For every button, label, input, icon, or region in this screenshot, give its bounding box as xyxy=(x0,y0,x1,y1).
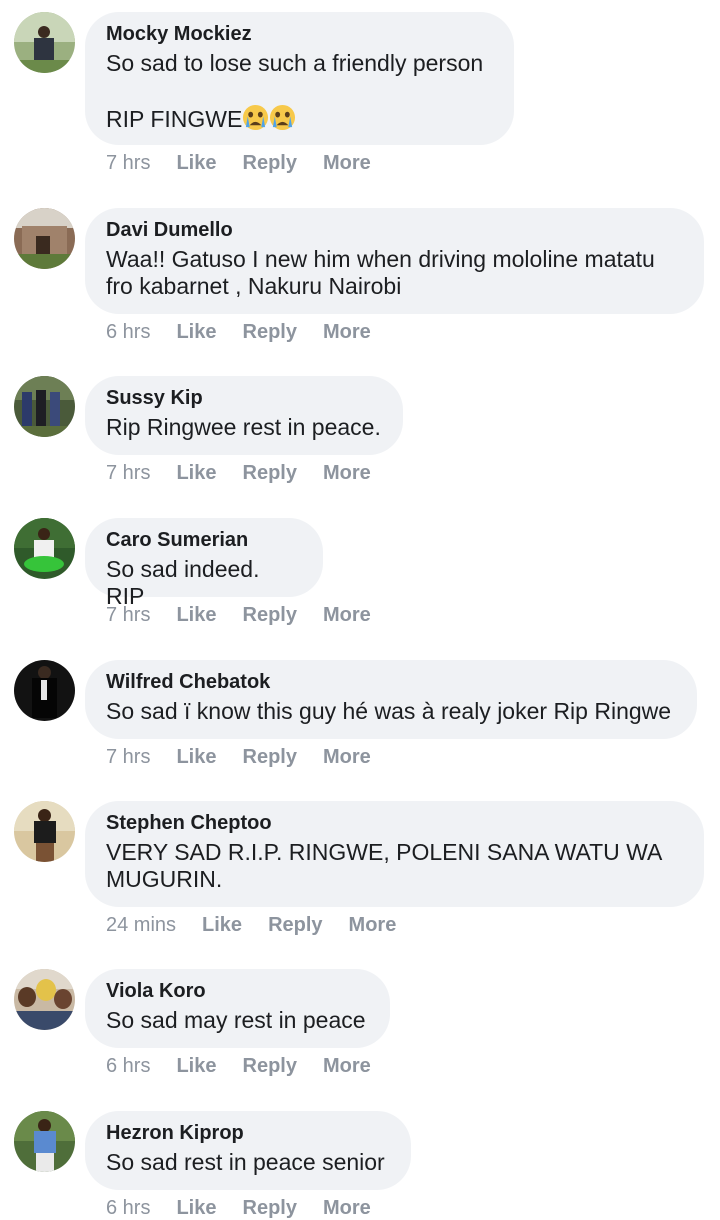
like-button[interactable]: Like xyxy=(176,1054,216,1078)
comment-actions: 7 hrs Like Reply More xyxy=(106,461,397,485)
comment-text: So sad ï know this guy hé was à realy jo… xyxy=(106,698,672,724)
comment-bubble[interactable]: Davi Dumello Waa!! Gatuso I new him when… xyxy=(85,208,704,314)
like-button[interactable]: Like xyxy=(176,320,216,344)
comment-timestamp[interactable]: 6 hrs xyxy=(106,1196,150,1220)
comment-author[interactable]: Caro Sumerian xyxy=(106,528,303,552)
comment-timestamp[interactable]: 24 mins xyxy=(106,913,176,937)
comment-text: VERY SAD R.I.P. RINGWE, POLENI SANA WATU… xyxy=(106,839,668,892)
comment-bubble[interactable]: Caro Sumerian So sad indeed. RIP xyxy=(85,518,323,609)
like-button[interactable]: Like xyxy=(176,745,216,769)
avatar[interactable] xyxy=(14,1111,75,1172)
more-button[interactable]: More xyxy=(323,151,371,175)
comment-author[interactable]: Davi Dumello xyxy=(106,218,684,242)
like-button[interactable]: Like xyxy=(176,603,216,627)
comment-author[interactable]: Wilfred Chebatok xyxy=(106,670,677,694)
avatar[interactable] xyxy=(14,12,75,73)
comment-text: So sad may rest in peace xyxy=(106,1007,366,1033)
comment-timestamp[interactable]: 7 hrs xyxy=(106,151,150,175)
reply-button[interactable]: Reply xyxy=(268,913,322,937)
avatar[interactable] xyxy=(14,376,75,437)
comment-bubble[interactable]: Stephen Cheptoo VERY SAD R.I.P. RINGWE, … xyxy=(85,801,704,907)
more-button[interactable]: More xyxy=(323,1054,371,1078)
avatar[interactable] xyxy=(14,518,75,579)
comment-text: So sad to lose such a friendly person RI… xyxy=(106,50,494,133)
comment-actions: 7 hrs Like Reply More xyxy=(106,603,397,627)
comment-actions: 6 hrs Like Reply More xyxy=(106,1054,397,1078)
comment-text: So sad rest in peace senior xyxy=(106,1149,385,1175)
like-button[interactable]: Like xyxy=(176,1196,216,1220)
avatar[interactable] xyxy=(14,969,75,1030)
avatar[interactable] xyxy=(14,208,75,269)
comment-author[interactable]: Mocky Mockiez xyxy=(106,22,494,46)
comment-timestamp[interactable]: 7 hrs xyxy=(106,461,150,485)
comment-actions: 7 hrs Like Reply More xyxy=(106,151,397,175)
like-button[interactable]: Like xyxy=(202,913,242,937)
avatar[interactable] xyxy=(14,801,75,862)
comment-text: Waa!! Gatuso I new him when driving molo… xyxy=(106,246,662,299)
more-button[interactable]: More xyxy=(323,320,371,344)
comment-bubble[interactable]: Sussy Kip Rip Ringwee rest in peace. xyxy=(85,376,403,455)
more-button[interactable]: More xyxy=(323,745,371,769)
comment-timestamp[interactable]: 7 hrs xyxy=(106,745,150,769)
comment-timestamp[interactable]: 7 hrs xyxy=(106,603,150,627)
comment-timestamp[interactable]: 6 hrs xyxy=(106,1054,150,1078)
more-button[interactable]: More xyxy=(323,1196,371,1220)
reply-button[interactable]: Reply xyxy=(243,1054,297,1078)
comment-bubble[interactable]: Hezron Kiprop So sad rest in peace senio… xyxy=(85,1111,411,1190)
like-button[interactable]: Like xyxy=(176,461,216,485)
comment-bubble[interactable]: Mocky Mockiez So sad to lose such a frie… xyxy=(85,12,514,145)
comment-bubble[interactable]: Wilfred Chebatok So sad ï know this guy … xyxy=(85,660,697,739)
comment-actions: 24 mins Like Reply More xyxy=(106,913,422,937)
more-button[interactable]: More xyxy=(349,913,397,937)
comment-timestamp[interactable]: 6 hrs xyxy=(106,320,150,344)
reply-button[interactable]: Reply xyxy=(243,320,297,344)
comment-text: So sad indeed. RIP xyxy=(106,556,266,609)
reply-button[interactable]: Reply xyxy=(243,151,297,175)
comment-author[interactable]: Sussy Kip xyxy=(106,386,383,410)
comment-actions: 6 hrs Like Reply More xyxy=(106,1196,397,1220)
comment-text: Rip Ringwee rest in peace. xyxy=(106,414,381,440)
more-button[interactable]: More xyxy=(323,603,371,627)
crying-face-icon xyxy=(243,104,269,131)
reply-button[interactable]: Reply xyxy=(243,745,297,769)
reply-button[interactable]: Reply xyxy=(243,461,297,485)
comment-author[interactable]: Hezron Kiprop xyxy=(106,1121,391,1145)
avatar[interactable] xyxy=(14,660,75,721)
comment-actions: 7 hrs Like Reply More xyxy=(106,745,397,769)
comment-author[interactable]: Viola Koro xyxy=(106,979,370,1003)
comment-actions: 6 hrs Like Reply More xyxy=(106,320,397,344)
reply-button[interactable]: Reply xyxy=(243,1196,297,1220)
more-button[interactable]: More xyxy=(323,461,371,485)
comment-bubble[interactable]: Viola Koro So sad may rest in peace xyxy=(85,969,390,1048)
comment-author[interactable]: Stephen Cheptoo xyxy=(106,811,684,835)
reply-button[interactable]: Reply xyxy=(243,603,297,627)
crying-face-icon xyxy=(270,104,296,131)
like-button[interactable]: Like xyxy=(176,151,216,175)
